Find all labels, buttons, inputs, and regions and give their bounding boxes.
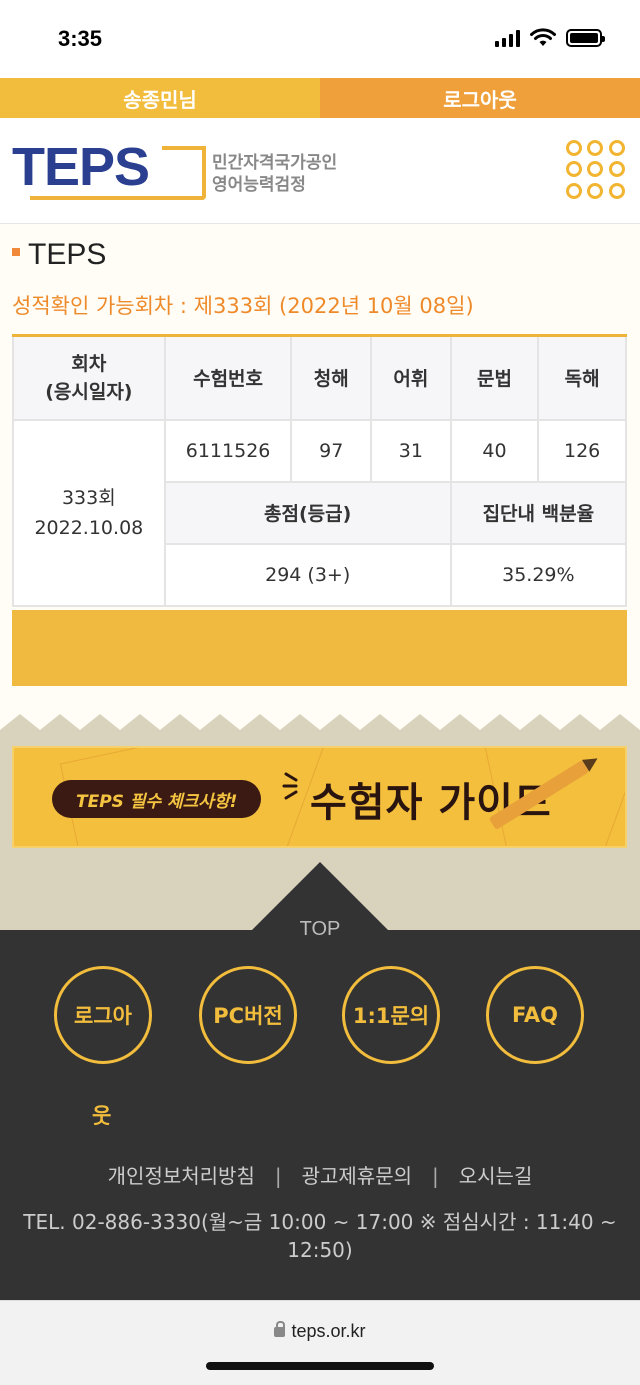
header-exam-number: 수험번호 xyxy=(163,334,293,421)
slogan-line-2: 영어능력검정 xyxy=(212,175,306,195)
lock-icon xyxy=(274,1321,286,1337)
wifi-icon xyxy=(530,28,556,46)
cellular-signal-icon xyxy=(495,29,520,47)
score-content: TEPS 성적확인 가능회차 : 제333회 (2022년 10월 08일) 회… xyxy=(0,224,640,718)
cell-grammar: 40 xyxy=(449,418,540,483)
cell-listening: 97 xyxy=(290,418,373,483)
inquiry-button[interactable]: 1:1문의 xyxy=(342,966,440,1064)
user-name: 송종민님 xyxy=(0,78,320,118)
available-round-info: 성적확인 가능회차 : 제333회 (2022년 10월 08일) xyxy=(12,294,474,318)
header-listening: 청해 xyxy=(290,334,373,421)
home-indicator[interactable] xyxy=(206,1362,434,1370)
directions-link[interactable]: 오시는길 xyxy=(459,1164,533,1188)
privacy-policy-link[interactable]: 개인정보처리방침 xyxy=(108,1164,255,1188)
page-title: TEPS xyxy=(28,238,107,271)
cell-vocabulary: 31 xyxy=(370,418,452,483)
spark-icon xyxy=(282,772,298,800)
status-icons xyxy=(495,28,605,48)
logout-button[interactable]: 로그아웃 xyxy=(320,78,640,118)
ad-inquiry-link[interactable]: 광고제휴문의 xyxy=(302,1164,412,1188)
title-bullet-icon xyxy=(12,248,20,256)
header-reading: 독해 xyxy=(537,334,627,421)
cell-percentile: 35.29% xyxy=(449,542,628,607)
footer-logout-button[interactable]: 로그아 xyxy=(54,966,152,1064)
logo-text: TEPS xyxy=(12,137,150,197)
header-vocabulary: 어휘 xyxy=(370,334,452,421)
faq-button[interactable]: FAQ xyxy=(486,966,584,1064)
logo-bracket-top xyxy=(162,146,206,150)
header-round: 회차 (응시일자) xyxy=(12,334,166,421)
examinee-guide-banner[interactable]: TEPS 필수 체크사항! 수험자 가이드 xyxy=(12,746,627,848)
score-table: 회차 (응시일자) 수험번호 청해 어휘 문법 독해 333회 2022.10.… xyxy=(12,334,628,607)
slogan-line-1: 민간자격국가공인 xyxy=(212,153,338,173)
user-bar: 송종민님 로그아웃 xyxy=(0,78,640,118)
footer-quick-buttons: 로그아 PC버전 1:1문의 FAQ xyxy=(0,966,640,1066)
subheader-total: 총점(등급) xyxy=(163,480,452,545)
section-title: TEPS xyxy=(12,238,106,272)
subheader-percentile: 집단내 백분율 xyxy=(449,480,628,545)
menu-grid-icon[interactable] xyxy=(566,140,626,200)
link-separator: | xyxy=(274,1164,282,1188)
site-header: TEPS 민간자격국가공인 영어능력검정 xyxy=(0,118,640,224)
status-bar: 3:35 xyxy=(0,0,640,78)
logo-slogan: 민간자격국가공인 영어능력검정 xyxy=(212,152,337,196)
contact-tel: TEL. 02-886-3330(월~금 10:00 ~ 17:00 ※ 점심시… xyxy=(23,1210,617,1262)
score-table-header: 회차 (응시일자) 수험번호 청해 어휘 문법 독해 xyxy=(12,334,627,421)
url-text: teps.or.kr xyxy=(291,1321,366,1341)
status-time: 3:35 xyxy=(58,26,103,51)
browser-url-bar[interactable]: teps.or.kr xyxy=(0,1300,640,1385)
battery-icon xyxy=(566,29,605,47)
cell-round: 333회 2022.10.08 xyxy=(12,418,166,607)
header-grammar: 문법 xyxy=(449,334,540,421)
table-row: 333회 2022.10.08 6111526 97 31 40 126 xyxy=(12,418,627,607)
guide-pill-label: TEPS 필수 체크사항! xyxy=(52,780,262,818)
scroll-top-button[interactable]: TOP xyxy=(0,918,640,941)
footer-logout-overflow-text: 웃 xyxy=(92,1104,112,1128)
pc-version-button[interactable]: PC버전 xyxy=(199,966,297,1064)
cell-total-score: 294 (3+) xyxy=(163,542,452,607)
cell-reading: 126 xyxy=(537,418,627,483)
teps-logo[interactable]: TEPS xyxy=(12,137,206,200)
zigzag-divider xyxy=(0,700,640,740)
link-separator: | xyxy=(432,1164,439,1188)
score-footer-band xyxy=(12,610,627,686)
cell-exam-number: 6111526 xyxy=(163,418,293,483)
url-display[interactable]: teps.or.kr xyxy=(0,1321,640,1342)
footer-links: 개인정보처리방침 | 광고제휴문의 | 오시는길 xyxy=(0,1160,640,1189)
guide-title: 수험자 가이드 xyxy=(310,780,552,826)
